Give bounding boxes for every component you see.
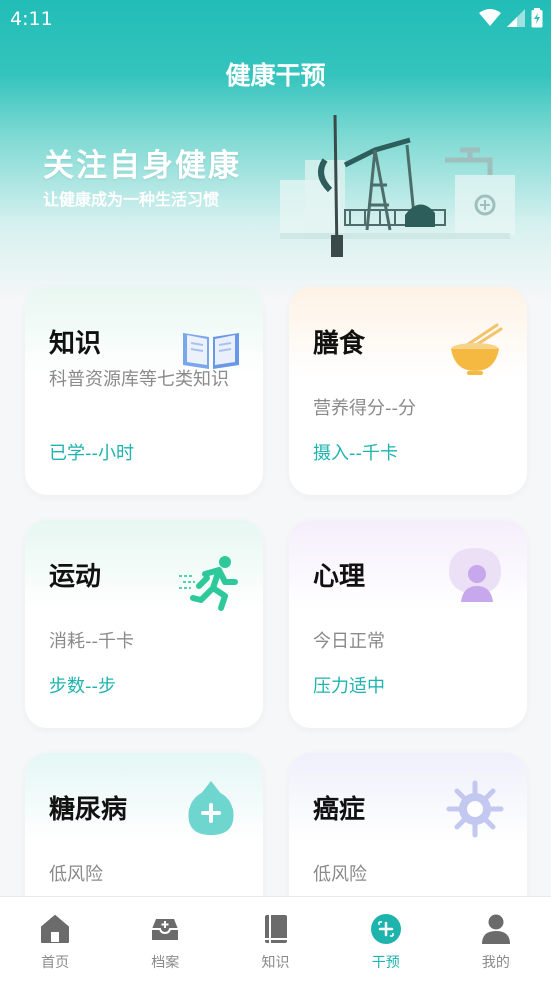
- page-title: 健康干预: [225, 61, 326, 90]
- card-description: 低风险: [49, 864, 103, 885]
- oil-pump-illustration: [280, 114, 515, 257]
- archive-icon: [152, 919, 179, 940]
- card-exercise[interactable]: 运动 消耗--千卡 步数--步: [25, 520, 263, 728]
- virus-icon: [446, 780, 504, 838]
- card-title: 心理: [313, 562, 366, 592]
- tab-label: 首页: [41, 955, 70, 971]
- tab-label: 档案: [151, 955, 180, 971]
- banner-title: 关注自身健康: [43, 148, 241, 184]
- card-stat: 步数--步: [49, 676, 116, 697]
- tab-archive[interactable]: 档案: [110, 897, 220, 981]
- tab-label: 知识: [261, 955, 290, 971]
- running-icon: [179, 556, 238, 611]
- bottom-tab-bar: 首页 档案 知识 干预 我的: [0, 896, 551, 981]
- card-diet[interactable]: 膳食 营养得分--分 摄入--千卡: [289, 287, 527, 495]
- status-icons: [479, 8, 543, 28]
- user-icon: [481, 914, 510, 944]
- signal-icon: [507, 9, 525, 27]
- card-title: 癌症: [313, 795, 366, 825]
- card-description: 今日正常: [313, 631, 385, 652]
- tab-home[interactable]: 首页: [0, 897, 110, 981]
- card-knowledge[interactable]: 知识 科普资源库等七类知识 已学--小时: [25, 287, 263, 495]
- card-stat: 已学--小时: [49, 443, 134, 464]
- card-title: 运动: [49, 562, 102, 592]
- home-icon: [41, 915, 70, 943]
- person-bubble-icon: [449, 548, 501, 602]
- bowl-icon: [451, 323, 503, 375]
- wifi-icon: [479, 9, 501, 26]
- card-title: 知识: [49, 329, 102, 359]
- card-stat: 压力适中: [313, 676, 385, 697]
- card-title: 膳食: [313, 329, 366, 359]
- battery-icon: [531, 8, 543, 28]
- card-stat: 摄入--千卡: [313, 443, 398, 464]
- tab-label: 干预: [371, 955, 400, 971]
- card-title: 糖尿病: [49, 795, 128, 825]
- banner-subtitle: 让健康成为一种生活习惯: [43, 190, 220, 209]
- book-icon: [264, 915, 287, 943]
- card-description: 消耗--千卡: [49, 631, 134, 652]
- card-description: 低风险: [313, 864, 367, 885]
- status-bar: 4:11: [0, 0, 551, 38]
- status-time: 4:11: [10, 8, 53, 30]
- tab-profile[interactable]: 我的: [441, 897, 551, 981]
- card-description: 科普资源库等七类知识: [49, 369, 229, 390]
- drop-plus-icon: [188, 781, 234, 835]
- tab-knowledge[interactable]: 知识: [220, 897, 330, 981]
- card-psychology[interactable]: 心理 今日正常 压力适中: [289, 520, 527, 728]
- tab-intervention[interactable]: 干预: [331, 897, 441, 981]
- card-description: 营养得分--分: [313, 398, 416, 419]
- intervention-icon: [370, 914, 401, 944]
- tab-label: 我的: [481, 955, 510, 971]
